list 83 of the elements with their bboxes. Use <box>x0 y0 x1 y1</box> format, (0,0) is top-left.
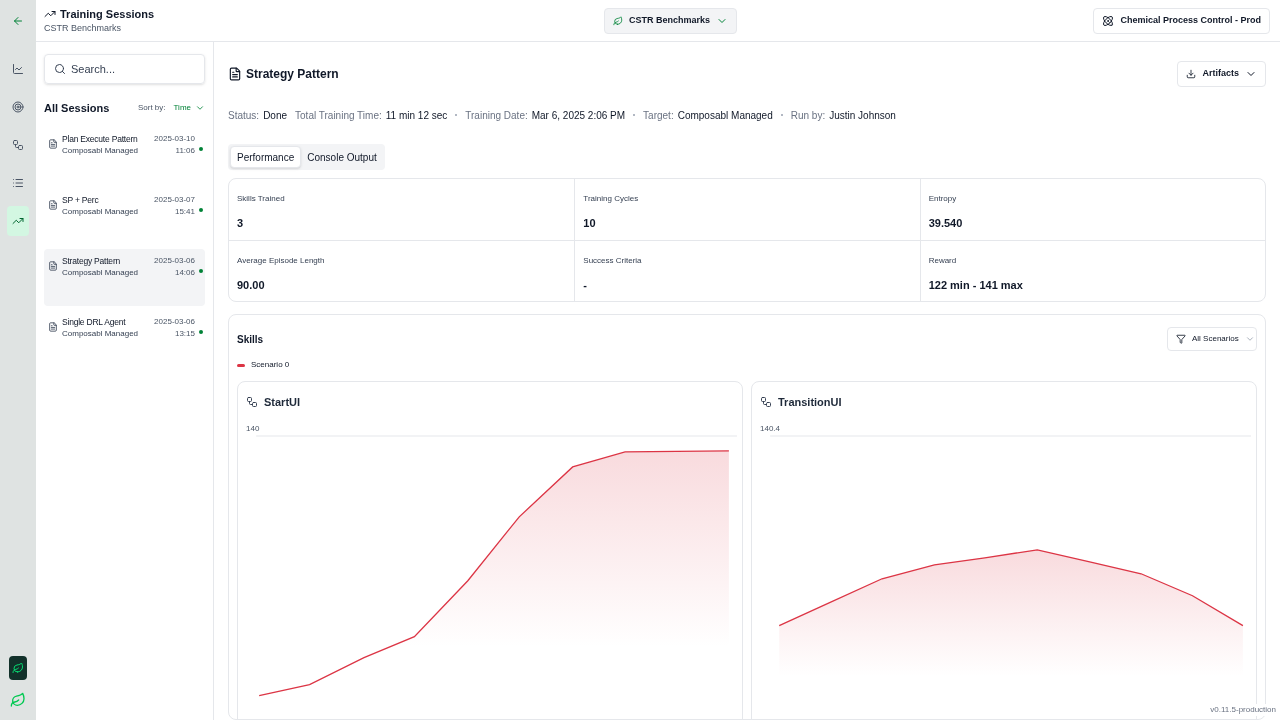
session-title: Strategy Pattern <box>246 66 340 83</box>
workspace-button[interactable]: Chemical Process Control - Prod <box>1093 7 1270 34</box>
list-icon <box>12 177 24 189</box>
session-target: Composabl Managed <box>62 327 140 340</box>
tab[interactable]: Console Output <box>301 146 383 168</box>
session-name: Strategy Pattern <box>62 254 122 267</box>
document-icon <box>48 199 58 210</box>
line-chart-icon <box>12 63 24 75</box>
filter-icon <box>1176 334 1186 344</box>
document-icon <box>48 260 58 271</box>
document-icon <box>48 138 58 149</box>
page-title: Training Sessions <box>60 6 155 22</box>
stat-value: 39.540 <box>928 216 964 231</box>
back-icon[interactable] <box>12 15 24 27</box>
leaf-icon <box>613 15 623 26</box>
sort-dropdown[interactable]: Time <box>173 102 205 115</box>
session-date: 2025-03-10 <box>154 132 195 145</box>
meta-label: Status: <box>228 108 260 123</box>
section-heading: All Sessions <box>44 101 111 116</box>
stat-value: 3 <box>237 216 245 231</box>
sort-label: Sort by: <box>137 102 166 115</box>
meta-value: Composabl Managed <box>677 108 773 123</box>
page-subtitle: CSTR Benchmarks <box>44 22 123 35</box>
skills-heading: Skills <box>237 332 265 347</box>
session-time: 15:41 <box>174 205 195 218</box>
stat-value: 10 <box>583 216 597 231</box>
chart-title: TransitionUI <box>778 395 842 410</box>
meta-label: Training Date: <box>465 108 528 123</box>
session-date: 2025-03-06 <box>154 315 195 328</box>
chevron-down-icon <box>1244 334 1255 344</box>
stat-label: Reward <box>928 255 958 267</box>
nodes-icon <box>246 396 258 409</box>
axis-tick-label: 140.4 <box>760 422 781 435</box>
search-icon <box>54 63 66 75</box>
logo-icon <box>9 656 27 680</box>
artifacts-button[interactable]: Artifacts <box>1177 61 1266 87</box>
session-item[interactable]: Plan Execute Pattern Composabl Managed 2025-03-10 11:06 <box>44 126 205 184</box>
meta-value: Mar 6, 2025 2:06 PM <box>531 108 626 123</box>
document-icon <box>48 321 58 332</box>
stat-value: 90.00 <box>237 278 266 293</box>
stat-value: - <box>583 278 588 293</box>
project-dropdown[interactable]: CSTR Benchmarks <box>604 7 738 34</box>
session-date: 2025-03-06 <box>154 254 195 267</box>
stat-label: Training Cycles <box>583 193 640 205</box>
session-time: 13:15 <box>174 327 195 340</box>
session-name: Single DRL Agent <box>62 315 127 328</box>
session-name: Plan Execute Pattern <box>62 132 139 145</box>
target-icon <box>12 101 24 113</box>
stat-label: Skills Trained <box>237 193 286 205</box>
legend-label: Scenario 0 <box>251 359 290 371</box>
meta-value: 11 min 12 sec <box>385 108 448 123</box>
session-time: 11:06 <box>175 144 195 157</box>
session-target: Composabl Managed <box>62 205 140 218</box>
atom-icon <box>1102 14 1115 27</box>
stat-label: Entropy <box>928 193 958 205</box>
session-item[interactable]: SP + Perc Composabl Managed 2025-03-07 15:41 <box>44 187 205 245</box>
nodes-icon <box>12 139 24 151</box>
stat-label: Average Episode Length <box>237 255 326 267</box>
meta-label: Target: <box>643 108 674 123</box>
meta-value: Justin Johnson <box>829 108 896 123</box>
session-item[interactable]: Strategy Pattern Composabl Managed 2025-03-06 14:06 <box>44 248 205 306</box>
version-label: v0.11.5-production <box>1210 704 1276 716</box>
meta-value: Done <box>263 108 288 123</box>
session-time: 14:06 <box>174 266 195 279</box>
nodes-icon <box>760 396 772 409</box>
session-name: SP + Perc <box>62 193 100 206</box>
session-item[interactable]: Single DRL Agent Composabl Managed 2025-03-06 13:15 <box>44 309 205 367</box>
tab[interactable]: Performance <box>230 146 302 168</box>
trend-icon <box>12 215 24 227</box>
meta-label: Run by: <box>790 108 826 123</box>
session-date: 2025-03-07 <box>154 193 195 206</box>
logo-icon <box>10 692 26 708</box>
meta-label: Total Training Time: <box>295 108 382 123</box>
session-target: Composabl Managed <box>62 144 140 157</box>
scenario-filter[interactable]: All Scenarios <box>1167 327 1257 351</box>
stat-label: Success Criteria <box>583 255 643 267</box>
search-field[interactable]: Search... <box>44 54 205 84</box>
document-icon <box>228 67 242 81</box>
session-target: Composabl Managed <box>62 266 140 279</box>
chart-title: StartUI <box>264 395 301 410</box>
axis-tick-label: 140 <box>246 422 260 435</box>
stat-value: 122 min - 141 max <box>928 278 1024 293</box>
download-icon <box>1186 69 1197 79</box>
